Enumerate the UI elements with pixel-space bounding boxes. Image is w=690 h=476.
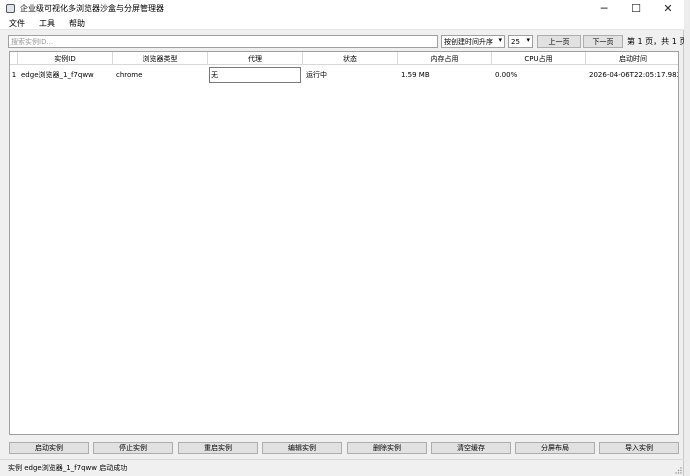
menu-tools[interactable]: 工具: [34, 18, 60, 29]
cell-instance-id[interactable]: edge浏览器_1_f7qww: [18, 66, 113, 83]
menu-bar: 文件 工具 帮助: [0, 17, 684, 30]
app-icon: [6, 4, 15, 13]
cell-cpu[interactable]: 0.00%: [492, 66, 586, 83]
start-instance-button[interactable]: 启动实例: [9, 442, 89, 454]
chevron-down-icon: ▾: [526, 36, 530, 44]
page-info: 第 1 页，共 1 页: [627, 37, 688, 46]
menu-file[interactable]: 文件: [4, 18, 30, 29]
restart-instance-button[interactable]: 重启实例: [178, 442, 258, 454]
column-header-start-time[interactable]: 启动时间: [586, 52, 678, 65]
menu-help[interactable]: 帮助: [64, 18, 90, 29]
stop-instance-button[interactable]: 停止实例: [93, 442, 173, 454]
table-row[interactable]: 1 edge浏览器_1_f7qww chrome 无 运行中 1.59 MB 0…: [10, 66, 678, 83]
column-header-memory[interactable]: 内存占用: [398, 52, 492, 65]
title-bar: 企业级可视化多浏览器沙盒与分屏管理器 ─ ☐ ✕: [0, 0, 684, 17]
close-button[interactable]: ✕: [652, 0, 684, 17]
column-header-proxy[interactable]: 代理: [208, 52, 303, 65]
column-header-cpu[interactable]: CPU占用: [492, 52, 586, 65]
page-size-select[interactable]: 25 ▾: [508, 35, 533, 48]
column-header-instance-id[interactable]: 实例ID: [18, 52, 113, 65]
maximize-button[interactable]: ☐: [620, 0, 652, 17]
clear-cache-button[interactable]: 清空缓存: [431, 442, 511, 454]
minimize-button[interactable]: ─: [588, 0, 620, 17]
status-bar: 实例 edge浏览器_1_f7qww 启动成功: [0, 459, 684, 476]
next-page-button[interactable]: 下一页: [583, 35, 623, 48]
chevron-down-icon: ▾: [498, 36, 502, 44]
window-controls: ─ ☐ ✕: [588, 0, 684, 17]
cell-memory[interactable]: 1.59 MB: [398, 66, 492, 83]
action-bar: 启动实例 停止实例 重启实例 编辑实例 删除实例 清空缓存 分屏布局 导入实例: [9, 442, 679, 454]
resize-grip-icon[interactable]: [674, 466, 682, 474]
instance-table: 实例ID 浏览器类型 代理 状态 内存占用 CPU占用 启动时间 1 edge浏…: [9, 51, 679, 435]
header-corner: [10, 52, 18, 65]
import-instance-button[interactable]: 导入实例: [599, 442, 679, 454]
row-number: 1: [11, 70, 17, 79]
cell-start-time[interactable]: 2026-04-06T22:05:17.983...: [586, 66, 678, 83]
proxy-edit-field[interactable]: 无: [209, 66, 301, 83]
search-input[interactable]: [8, 35, 438, 48]
column-header-browser-type[interactable]: 浏览器类型: [113, 52, 208, 65]
column-header-status[interactable]: 状态: [303, 52, 398, 65]
prev-page-button[interactable]: 上一页: [537, 35, 581, 48]
cell-status[interactable]: 运行中: [303, 66, 398, 83]
status-message: 实例 edge浏览器_1_f7qww 启动成功: [8, 464, 128, 472]
toolbar: 按创建时间升序 ▾ 25 ▾ 上一页 下一页 第 1 页，共 1 页: [8, 35, 688, 49]
cell-proxy[interactable]: 无: [208, 66, 303, 83]
sort-select-value: 按创建时间升序: [444, 37, 493, 46]
sort-select[interactable]: 按创建时间升序 ▾: [441, 35, 505, 48]
background-window-edge: [684, 0, 690, 476]
edit-instance-button[interactable]: 编辑实例: [262, 442, 342, 454]
cell-browser-type[interactable]: chrome: [113, 66, 208, 83]
delete-instance-button[interactable]: 删除实例: [347, 442, 427, 454]
window-title: 企业级可视化多浏览器沙盒与分屏管理器: [20, 4, 164, 13]
main-window: 企业级可视化多浏览器沙盒与分屏管理器 ─ ☐ ✕ 文件 工具 帮助 按创建时间升…: [0, 0, 688, 476]
split-layout-button[interactable]: 分屏布局: [515, 442, 595, 454]
page-size-value: 25: [511, 37, 520, 46]
table-header: 实例ID 浏览器类型 代理 状态 内存占用 CPU占用 启动时间: [10, 52, 678, 65]
